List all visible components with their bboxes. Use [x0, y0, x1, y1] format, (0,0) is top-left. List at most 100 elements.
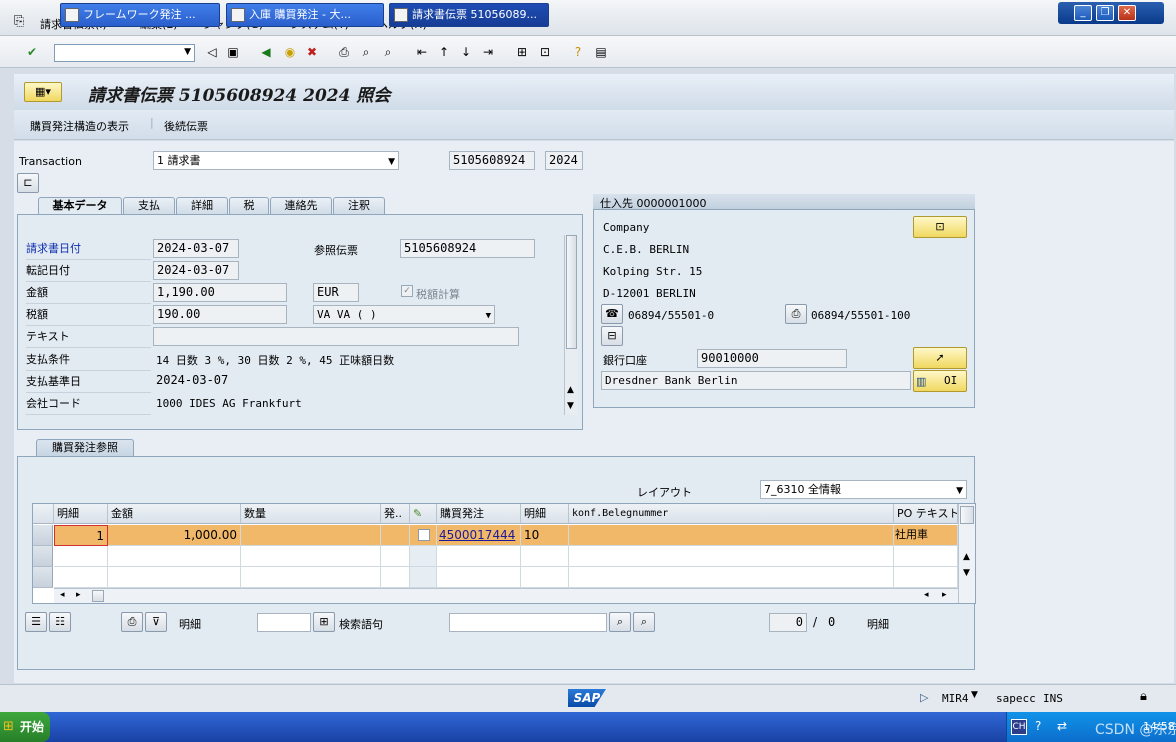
exit-icon[interactable]: ◉ — [282, 44, 298, 60]
open-items-button[interactable]: ▥ OI — [913, 370, 967, 392]
chevron-down-icon[interactable]: ▼ — [956, 483, 963, 500]
transaction-select[interactable]: 1 請求書 ▼ — [153, 151, 399, 170]
calc-tax-checkbox[interactable]: ✓ — [401, 285, 413, 297]
cell-select[interactable] — [410, 525, 437, 546]
po-link[interactable]: 4500017444 — [439, 528, 515, 542]
grid-h-scrollbar[interactable]: ◂ ▸ ◂ ▸ — [54, 588, 958, 603]
col-header-po-text[interactable]: PO テキスト — [894, 504, 958, 524]
po-structure-button[interactable]: 購買発注構造の表示 — [30, 118, 129, 134]
empty-cell[interactable] — [241, 546, 381, 567]
tab-details[interactable]: 詳細 — [176, 197, 228, 215]
chevron-down-icon[interactable]: ▼ — [388, 154, 395, 171]
follow-on-docs-button[interactable]: 後続伝票 — [164, 118, 208, 134]
empty-cell[interactable] — [437, 567, 521, 588]
grid-corner[interactable] — [33, 504, 54, 524]
new-session-icon[interactable]: ⊞ — [514, 44, 530, 60]
grid-v-scrollbar[interactable]: ▲ ▼ — [958, 504, 975, 603]
empty-cell[interactable] — [437, 546, 521, 567]
close-button[interactable]: ✕ — [1118, 5, 1136, 21]
fax-icon[interactable]: ⎙ — [785, 304, 807, 324]
cell-po-item[interactable]: 10 — [521, 525, 569, 546]
cell-amount[interactable]: 1,000.00 — [108, 525, 241, 546]
phone-icon[interactable]: ☎ — [601, 304, 623, 324]
scroll-up-icon[interactable]: ▲ — [963, 552, 970, 562]
tab-tax[interactable]: 税 — [229, 197, 269, 215]
select-all-icon[interactable]: ☰ — [25, 612, 47, 632]
layout-select[interactable]: 7_6310 全情報 ▼ — [760, 480, 967, 499]
shortcut-icon[interactable]: ⊡ — [537, 44, 553, 60]
network-icon[interactable]: ⇄ — [1057, 719, 1067, 733]
status-expand-icon[interactable]: ▷ — [920, 691, 928, 704]
cell-item[interactable]: 1 — [54, 525, 108, 546]
chevron-down-icon[interactable]: ▼ — [971, 690, 978, 700]
empty-cell[interactable] — [381, 546, 410, 567]
scroll-down-icon[interactable]: ▼ — [567, 401, 574, 411]
cell-qty[interactable] — [241, 525, 381, 546]
empty-cell[interactable] — [569, 546, 894, 567]
prev-page-icon[interactable]: ↑ — [436, 44, 452, 60]
empty-cell[interactable] — [54, 546, 108, 567]
next-page-icon[interactable]: ↓ — [458, 44, 474, 60]
bank-details-button[interactable]: ➚ — [913, 347, 967, 369]
empty-cell[interactable] — [521, 546, 569, 567]
empty-cell[interactable] — [521, 567, 569, 588]
empty-cell[interactable] — [894, 546, 958, 567]
layout-toggle-icon[interactable]: ⊏ — [17, 173, 39, 193]
cell-conf[interactable] — [569, 525, 894, 546]
last-page-icon[interactable]: ⇥ — [480, 44, 496, 60]
vendor-display-button[interactable]: ⊡ — [913, 216, 967, 238]
find-icon[interactable]: ⌕ — [358, 44, 374, 60]
address-book-icon[interactable]: ⊟ — [601, 326, 623, 346]
scrollbar-thumb[interactable] — [960, 506, 974, 524]
minimize-button[interactable]: _ — [1074, 5, 1092, 21]
row-checkbox[interactable] — [418, 529, 430, 541]
col-header-po-item[interactable]: 明細 — [521, 504, 569, 524]
tab-contact[interactable]: 連絡先 — [270, 197, 332, 215]
cell-delivery[interactable] — [381, 525, 410, 546]
help-icon[interactable]: ? — [1035, 719, 1041, 733]
empty-cell[interactable] — [108, 567, 241, 588]
col-header-po[interactable]: 購買発注 — [437, 504, 521, 524]
header-toggle-button[interactable]: ▦▾ — [24, 82, 62, 102]
find-next-icon[interactable]: ⌕ — [380, 44, 396, 60]
back-arrow-icon[interactable]: ◁ — [204, 44, 220, 60]
cell-po-text[interactable]: 社用車 — [894, 525, 958, 546]
panel-scrollbar[interactable]: ▲ ▼ — [564, 235, 578, 415]
layout-menu-icon[interactable]: ▤ — [593, 44, 609, 60]
empty-cell[interactable] — [241, 567, 381, 588]
col-header-amount[interactable]: 金額 — [108, 504, 241, 524]
print-list-icon[interactable]: ⎙ — [121, 612, 143, 632]
empty-cell[interactable] — [569, 567, 894, 588]
filter-icon[interactable]: ⊽ — [145, 612, 167, 632]
goto-item-icon[interactable]: ⊞ — [313, 612, 335, 632]
command-field[interactable]: ▼ — [54, 44, 195, 62]
empty-cell[interactable] — [54, 567, 108, 588]
ime-icon[interactable]: CH — [1011, 719, 1027, 735]
search-input[interactable] — [449, 613, 607, 632]
item-input[interactable] — [257, 613, 311, 632]
tax-code-select[interactable]: VA VA ( ) ▼ — [313, 305, 495, 324]
scroll-up-icon[interactable]: ▲ — [567, 385, 574, 395]
tab-payment[interactable]: 支払 — [123, 197, 175, 215]
col-header-qty[interactable]: 数量 — [241, 504, 381, 524]
task-invoice[interactable]: 請求書伝票 51056089... — [389, 3, 549, 27]
empty-cell[interactable] — [894, 567, 958, 588]
scroll-left-icon[interactable]: ◂ — [60, 590, 65, 600]
find-next-icon[interactable]: ⌕ — [633, 612, 655, 632]
empty-cell[interactable] — [410, 546, 437, 567]
restore-button[interactable]: ❐ — [1096, 5, 1114, 21]
empty-cell[interactable] — [381, 567, 410, 588]
enter-check-icon[interactable]: ✔ — [24, 44, 40, 60]
back-icon[interactable]: ◀ — [258, 44, 274, 60]
chevron-down-icon[interactable]: ▼ — [486, 308, 491, 325]
task-framework-po[interactable]: フレームワーク発注 ... — [60, 3, 220, 27]
scroll-left-icon[interactable]: ◂ — [924, 590, 929, 600]
col-header-conf[interactable]: konf.Belegnummer — [569, 504, 894, 524]
scrollbar-thumb[interactable] — [92, 590, 104, 602]
find-icon[interactable]: ⌕ — [609, 612, 631, 632]
scrollbar-thumb[interactable] — [566, 235, 577, 349]
empty-cell[interactable] — [410, 567, 437, 588]
chevron-down-icon[interactable]: ▼ — [184, 47, 191, 57]
tab-notes[interactable]: 注釈 — [333, 197, 385, 215]
cell-po[interactable]: 4500017444 — [437, 525, 521, 546]
